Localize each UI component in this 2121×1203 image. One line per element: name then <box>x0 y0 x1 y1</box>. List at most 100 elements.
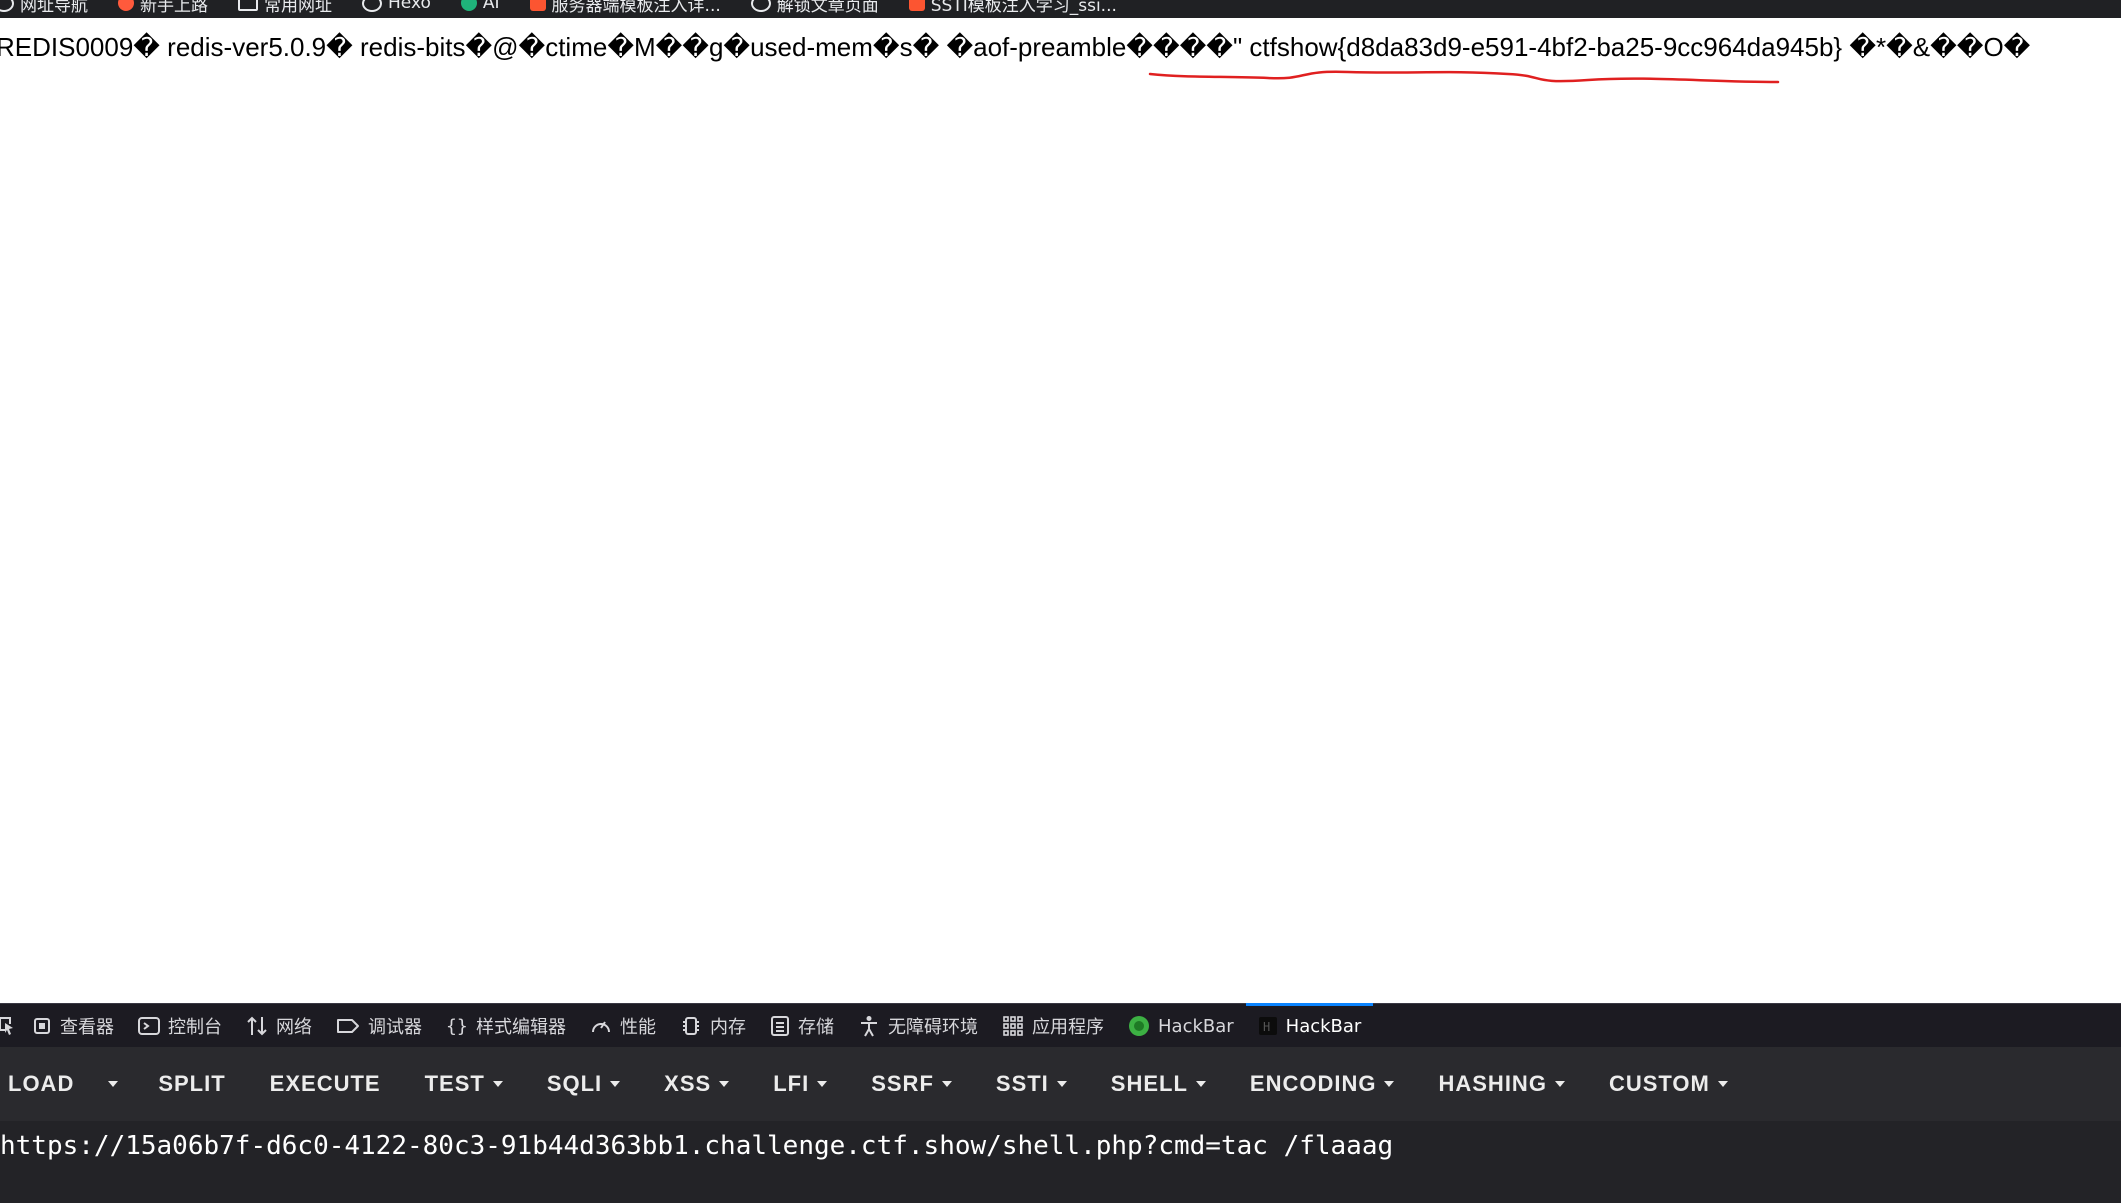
firefox-icon <box>118 0 134 11</box>
performance-icon <box>592 1021 610 1033</box>
bookmark-item[interactable]: Hexo <box>362 0 431 13</box>
tab-label: HackBar <box>1285 1015 1362 1037</box>
button-label: CUSTOM <box>1608 1071 1710 1096</box>
bookmark-label: 网址导航 <box>20 0 88 16</box>
tab-label: 内存 <box>710 1017 746 1038</box>
button-label: SPLIT <box>158 1071 226 1096</box>
ai-icon <box>460 0 477 11</box>
tab-application[interactable]: 应用程序 <box>990 1004 1116 1048</box>
globe-icon <box>362 0 382 12</box>
bookmark-item[interactable]: 常用网址 <box>238 0 332 16</box>
element-picker-button[interactable] <box>0 1004 20 1048</box>
lfi-menu-button[interactable]: LFI <box>751 1047 849 1121</box>
tab-debugger[interactable]: 调试器 <box>324 1004 434 1048</box>
chevron-down-icon <box>108 1081 119 1087</box>
button-label: LFI <box>773 1071 810 1096</box>
tab-label: 应用程序 <box>1032 1017 1104 1038</box>
button-label: TEST <box>424 1071 485 1096</box>
output-suffix: �*�&��O� <box>1842 32 2031 62</box>
bookmarks-bar: 网址导航 新手上路 常用网址 Hexo AI 服务器端模板注入详... 解锁文章… <box>0 0 2121 18</box>
tab-performance[interactable]: 性能 <box>578 1004 668 1048</box>
tab-hackbar-legacy[interactable]: HackBar <box>1116 1004 1246 1048</box>
tab-storage[interactable]: 存储 <box>758 1004 846 1048</box>
storage-icon <box>771 1016 789 1036</box>
bookmark-item[interactable]: 服务器端模板注入详... <box>529 0 721 16</box>
button-label: SSRF <box>871 1071 934 1096</box>
hackbar-dark-icon: H <box>1258 1017 1277 1035</box>
button-label: EXECUTE <box>269 1071 381 1096</box>
load-dropdown-button[interactable] <box>98 1047 136 1121</box>
pick-element-icon <box>0 1017 13 1035</box>
chevron-down-icon <box>1056 1081 1067 1087</box>
hashing-menu-button[interactable]: HASHING <box>1416 1047 1586 1121</box>
bookmark-label: 服务器端模板注入详... <box>551 0 721 16</box>
flag-text: ctfshow{d8da83d9-e591-4bf2-ba25-9cc964da… <box>1249 32 1843 62</box>
bookmark-item[interactable]: AI <box>460 0 500 13</box>
tab-network[interactable]: 网络 <box>234 1004 324 1048</box>
tab-label: 调试器 <box>368 1017 422 1038</box>
execute-button[interactable]: EXECUTE <box>248 1047 403 1121</box>
split-button[interactable]: SPLIT <box>136 1047 247 1121</box>
bookmark-item[interactable]: 新手上路 <box>118 0 208 16</box>
bookmark-item[interactable]: SSTI模板注入学习_ssi... <box>908 0 1117 16</box>
style-editor-icon: {} <box>446 1016 468 1037</box>
tab-label: 网络 <box>276 1017 312 1038</box>
redis-dump-output: REDIS0009� redis-ver5.0.9� redis-bits�@�… <box>0 32 2030 63</box>
bookmark-item[interactable]: 解锁文章页面 <box>750 0 879 16</box>
chevron-down-icon <box>719 1081 730 1087</box>
application-icon <box>1003 1016 1023 1036</box>
bookmark-label: 解锁文章页面 <box>776 0 879 16</box>
ssrf-menu-button[interactable]: SSRF <box>849 1047 974 1121</box>
accessibility-icon <box>861 1016 877 1037</box>
chevron-down-icon <box>1384 1081 1395 1087</box>
tab-label: 存储 <box>798 1017 834 1038</box>
shell-menu-button[interactable]: SHELL <box>1089 1047 1228 1121</box>
button-label: ENCODING <box>1249 1071 1377 1096</box>
sqli-menu-button[interactable]: SQLI <box>525 1047 642 1121</box>
custom-menu-button[interactable]: CUSTOM <box>1587 1047 1750 1121</box>
output-prefix: REDIS0009� redis-ver5.0.9� redis-bits�@�… <box>0 32 1250 62</box>
tab-label: HackBar <box>1158 1015 1234 1037</box>
tab-hackbar[interactable]: H HackBar <box>1245 1003 1374 1048</box>
tab-label: 控制台 <box>168 1017 222 1038</box>
network-icon <box>247 1016 267 1036</box>
xss-menu-button[interactable]: XSS <box>642 1047 751 1121</box>
csdn-icon <box>529 0 546 11</box>
debugger-icon <box>337 1019 359 1033</box>
console-icon <box>138 1017 160 1035</box>
svg-text:{}: {} <box>446 1016 468 1037</box>
page-content: REDIS0009� redis-ver5.0.9� redis-bits�@�… <box>0 18 2121 1003</box>
hackbar-green-icon <box>1129 1016 1149 1036</box>
tab-console[interactable]: 控制台 <box>126 1004 234 1048</box>
test-menu-button[interactable]: TEST <box>403 1047 525 1121</box>
chevron-down-icon <box>610 1081 621 1087</box>
ssti-menu-button[interactable]: SSTI <box>974 1047 1089 1121</box>
csdn-icon <box>908 0 925 11</box>
bookmark-label: Hexo <box>388 0 431 13</box>
chevron-down-icon <box>1195 1081 1206 1087</box>
chevron-down-icon <box>941 1081 952 1087</box>
encoding-menu-button[interactable]: ENCODING <box>1228 1047 1417 1121</box>
bookmark-label: 新手上路 <box>140 0 208 16</box>
tab-style-editor[interactable]: {} 样式编辑器 <box>434 1004 578 1048</box>
tab-label: 性能 <box>620 1017 656 1038</box>
devtools-toolbar: 查看器 控制台 网络 调试器 {} 样式编辑器 性能 内存 存储 无障碍环境 应… <box>0 1003 2121 1048</box>
tab-accessibility[interactable]: 无障碍环境 <box>846 1004 990 1048</box>
bookmark-label: SSTI模板注入学习_ssi... <box>930 0 1117 16</box>
tab-label: 无障碍环境 <box>888 1017 978 1038</box>
button-label: SHELL <box>1110 1071 1188 1096</box>
url-input[interactable] <box>0 1131 2121 1161</box>
globe-icon <box>0 0 14 12</box>
tab-inspector[interactable]: 查看器 <box>20 1004 126 1048</box>
chevron-down-icon <box>1554 1081 1565 1087</box>
memory-icon <box>683 1017 699 1035</box>
globe-icon <box>750 0 771 12</box>
load-button[interactable]: LOAD <box>0 1047 98 1121</box>
button-label: SSTI <box>995 1071 1049 1096</box>
tab-memory[interactable]: 内存 <box>668 1004 758 1048</box>
post-data-area[interactable] <box>0 1171 2121 1203</box>
bookmark-item[interactable]: 网址导航 <box>0 0 88 16</box>
chevron-down-icon <box>1717 1081 1728 1087</box>
inspector-icon <box>34 1018 50 1034</box>
bookmark-label: AI <box>482 0 500 13</box>
